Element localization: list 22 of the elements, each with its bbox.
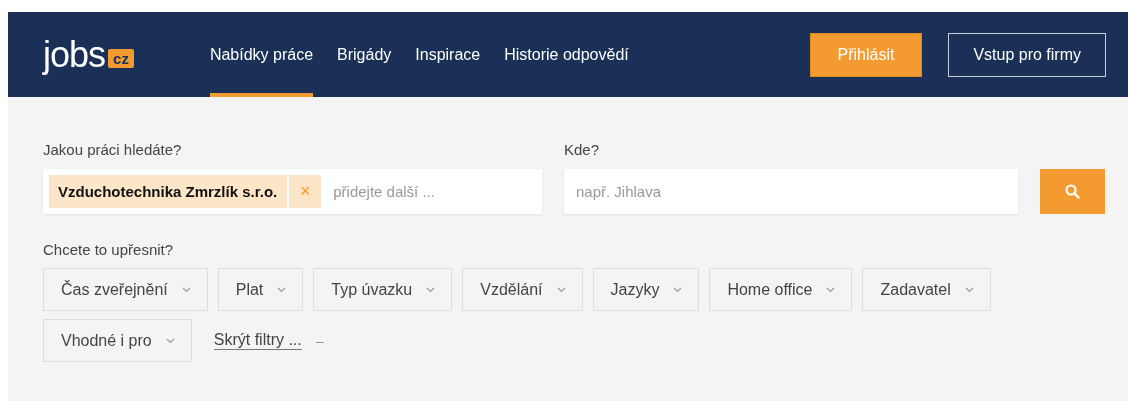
field-label: Jakou práci hledáte?	[43, 141, 183, 158]
nav-tab[interactable]: Inspirace	[415, 12, 481, 97]
location-field[interactable]: např. Jihlava	[564, 169, 1018, 214]
field-label: Kde?	[564, 141, 601, 158]
hide-filters-link[interactable]: Skrýt filtry ...	[213, 331, 302, 350]
filter-dropdown[interactable]: Jazyky	[592, 268, 700, 311]
logo-badge: cz	[108, 49, 134, 68]
filter-dropdown[interactable]: Zadavatel	[862, 268, 991, 311]
logo-text: jobs	[43, 33, 106, 76]
collapse-symbol: –	[315, 332, 324, 349]
keyword-input[interactable]: přidejte další ...	[331, 182, 536, 201]
filter-dropdown[interactable]: Plat	[217, 268, 304, 311]
filters-label: Chcete to upřesnit?	[43, 241, 175, 258]
filter-dropdown[interactable]: Vzdělání	[462, 268, 583, 311]
filter-dropdown[interactable]: Čas zveřejnění	[43, 268, 208, 311]
filter-dropdown[interactable]: Typ úvazku	[313, 268, 453, 311]
nav-tab[interactable]: Brigády	[337, 12, 392, 97]
filter-dropdown[interactable]: Vhodné i pro	[43, 319, 192, 362]
nav-tab[interactable]: Historie odpovědí	[504, 12, 629, 97]
companies-button[interactable]: Vstup pro firmy	[948, 32, 1106, 77]
filter-dropdown[interactable]: Home office	[709, 268, 853, 311]
keyword-tag: Vzduchotechnika Zmrzlík s.r.o.	[49, 175, 288, 208]
